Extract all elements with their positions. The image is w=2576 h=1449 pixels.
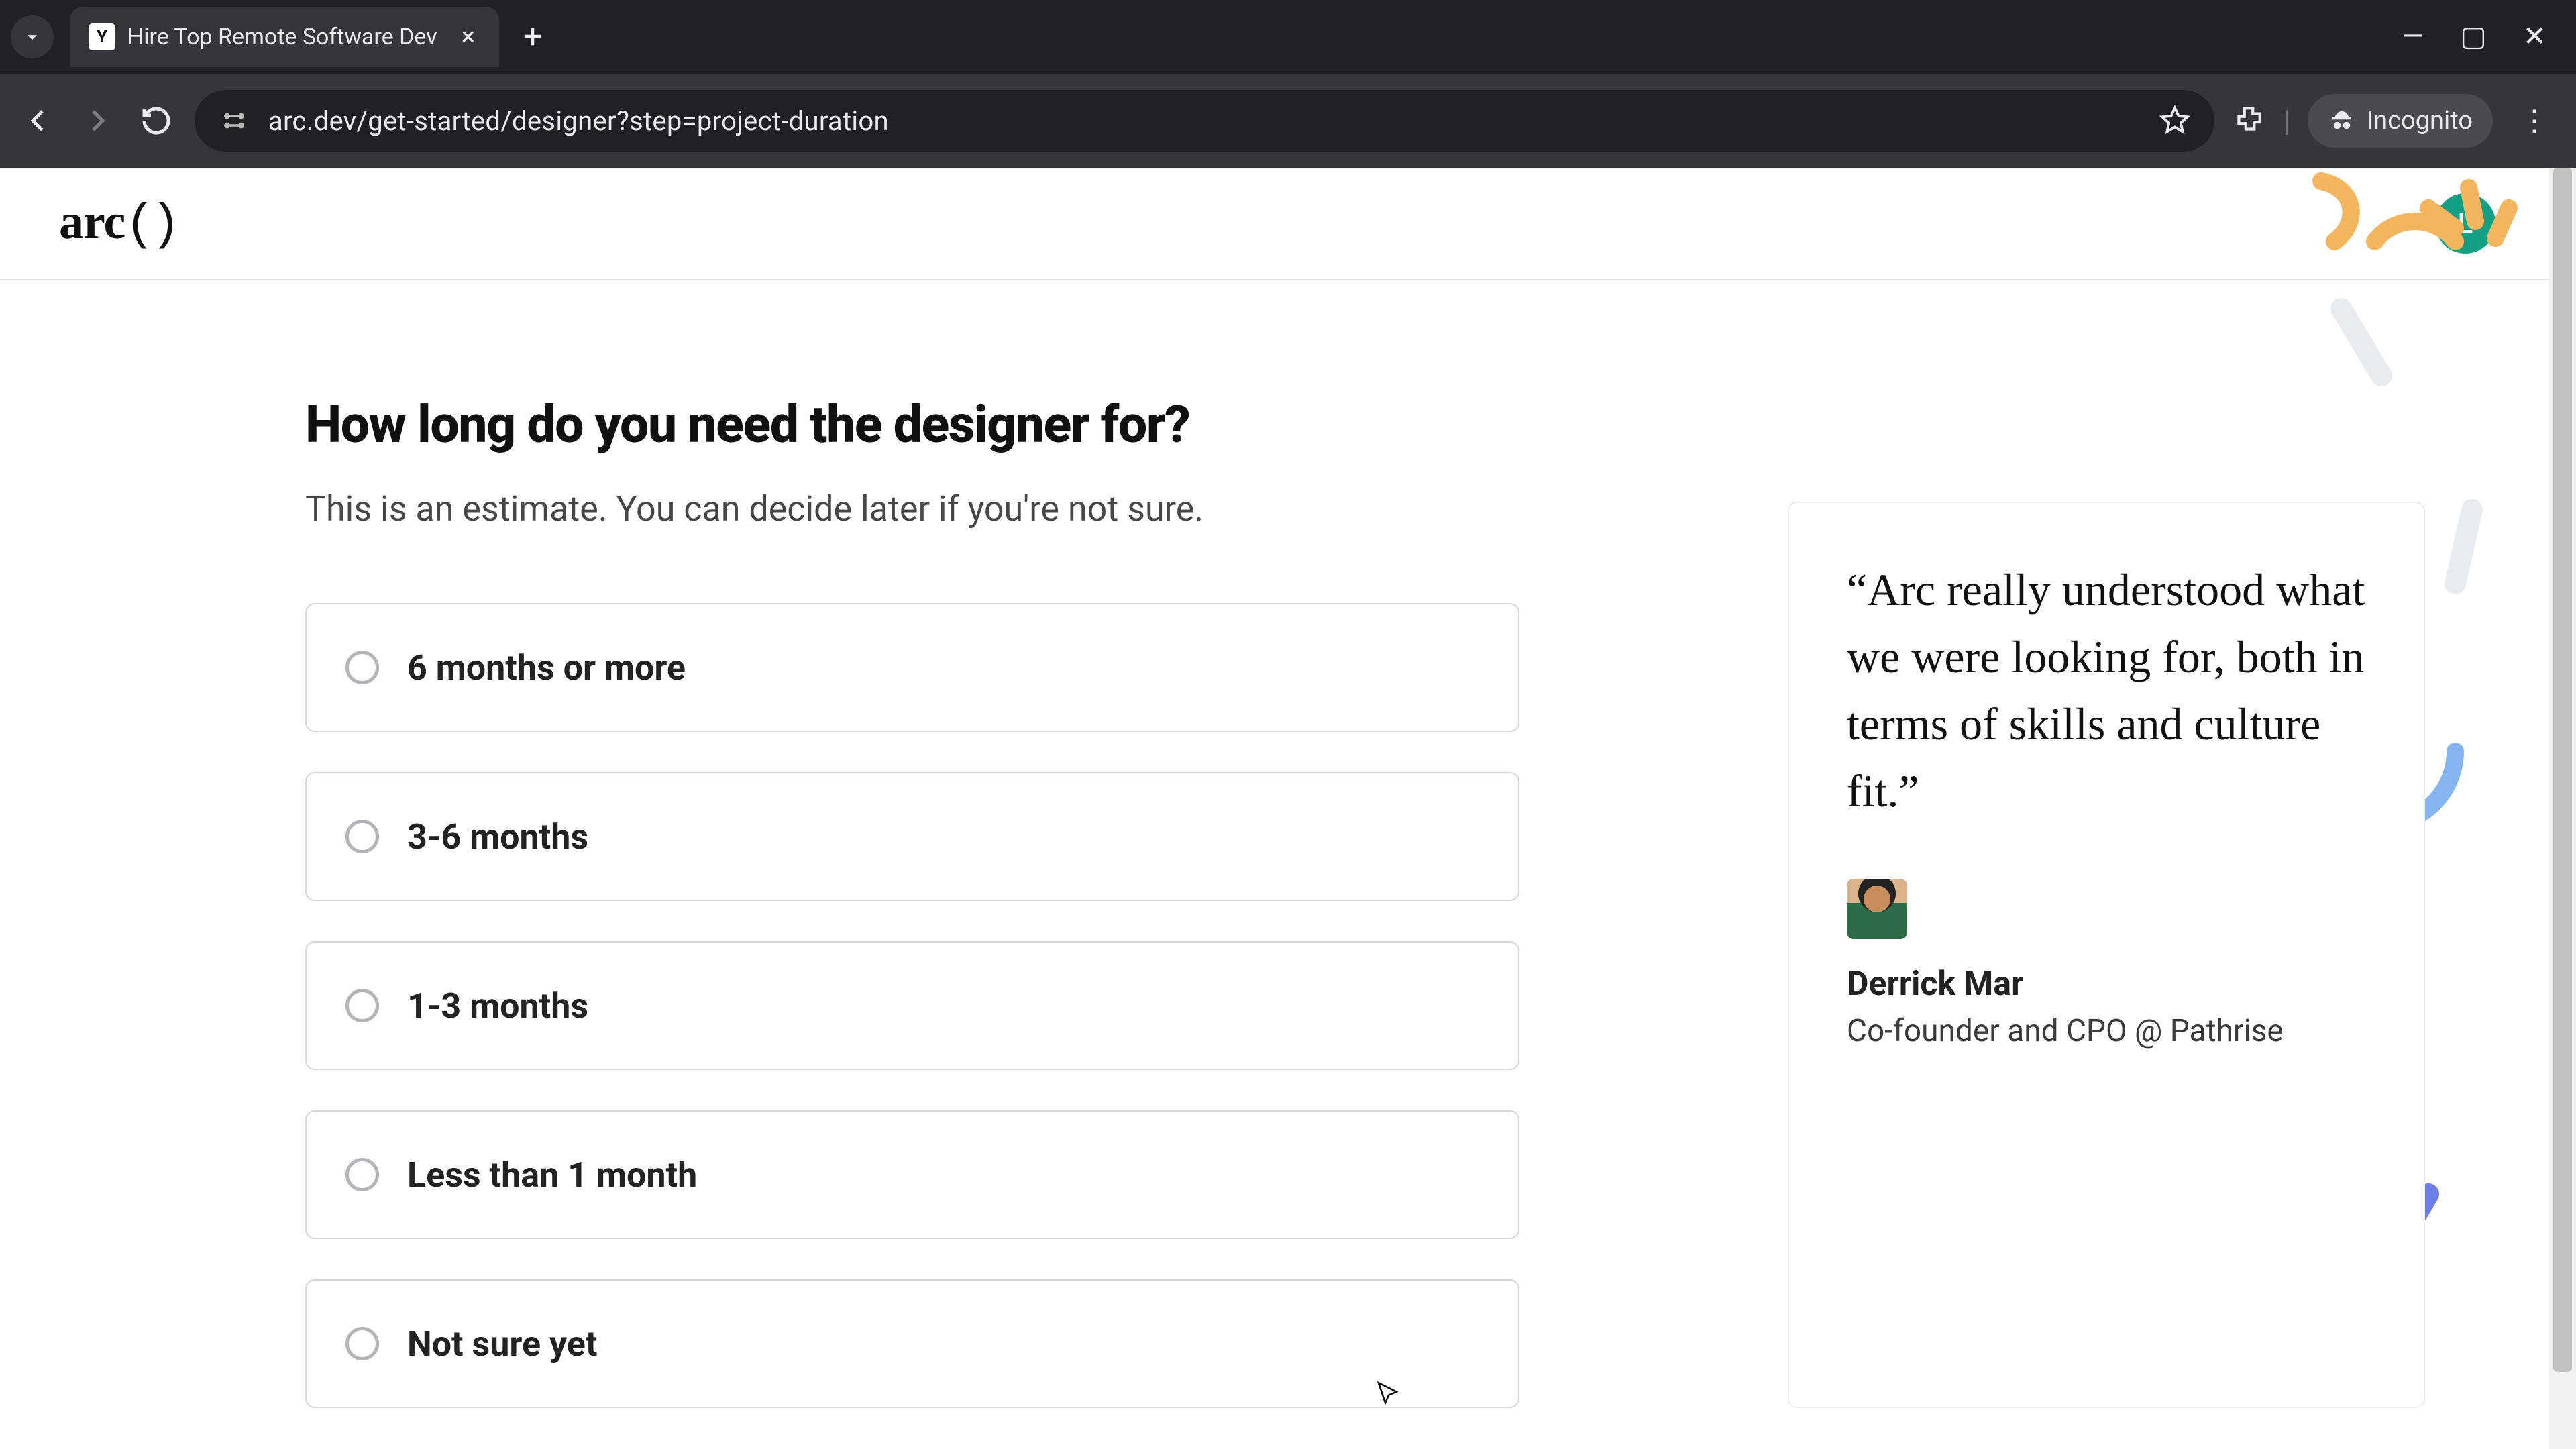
- user-avatar[interactable]: L: [2435, 193, 2496, 254]
- browser-menu-button[interactable]: ⋮: [2510, 103, 2559, 138]
- close-icon[interactable]: ✕: [2523, 23, 2546, 51]
- page-scrollbar[interactable]: [2549, 168, 2576, 1449]
- question-subtitle: This is an estimate. You can decide late…: [305, 488, 1519, 529]
- testimonial-role: Co-founder and CPO @ Pathrise: [1847, 1013, 2366, 1049]
- option-less-than-1-month[interactable]: Less than 1 month: [305, 1110, 1519, 1239]
- forward-button[interactable]: [76, 100, 118, 142]
- testimonial-quote: “Arc really understood what we were look…: [1847, 557, 2366, 825]
- testimonial-name: Derrick Mar: [1847, 965, 2366, 1004]
- site-header: arc() L: [0, 168, 2576, 280]
- form-column: How long do you need the designer for? T…: [305, 394, 1519, 1408]
- radio-icon: [345, 820, 379, 853]
- testimonial-avatar: [1847, 879, 1907, 939]
- testimonial-card: “Arc really understood what we were look…: [1788, 502, 2425, 1408]
- reload-button[interactable]: [136, 100, 177, 142]
- new-tab-button[interactable]: +: [508, 13, 557, 61]
- option-3-6-months[interactable]: 3-6 months: [305, 772, 1519, 901]
- incognito-label: Incognito: [2367, 106, 2473, 136]
- option-not-sure-yet[interactable]: Not sure yet: [305, 1279, 1519, 1408]
- site-logo[interactable]: arc(): [59, 194, 176, 254]
- bookmark-icon[interactable]: [2158, 104, 2192, 138]
- extensions-icon[interactable]: [2232, 104, 2265, 138]
- toolbar: arc.dev/get-started/designer?step=projec…: [0, 74, 2576, 168]
- radio-icon: [345, 989, 379, 1022]
- radio-icon: [345, 651, 379, 684]
- duration-options: 6 months or more 3-6 months 1-3 months L…: [305, 603, 1519, 1408]
- mouse-cursor-icon: [1375, 1381, 1402, 1407]
- maximize-icon[interactable]: ▢: [2460, 23, 2487, 51]
- tab-favicon: Y: [89, 23, 115, 50]
- url-text: arc.dev/get-started/designer?step=projec…: [268, 105, 889, 137]
- radio-icon: [345, 1158, 379, 1191]
- browser-chrome: Y Hire Top Remote Software Dev × + — ▢ ✕…: [0, 0, 2576, 168]
- site-settings-icon[interactable]: [217, 104, 251, 138]
- option-label: Less than 1 month: [407, 1155, 697, 1195]
- tab-title: Hire Top Remote Software Dev: [127, 23, 444, 50]
- minimize-icon[interactable]: —: [2402, 23, 2424, 51]
- back-button[interactable]: [17, 100, 59, 142]
- option-label: 1-3 months: [407, 985, 588, 1026]
- window-controls: — ▢ ✕: [2402, 23, 2576, 51]
- radio-icon: [345, 1327, 379, 1360]
- page-content: arc() L How long do you need the designe…: [0, 168, 2576, 1449]
- address-bar[interactable]: arc.dev/get-started/designer?step=projec…: [195, 90, 2214, 152]
- option-1-3-months[interactable]: 1-3 months: [305, 941, 1519, 1070]
- option-6-months-or-more[interactable]: 6 months or more: [305, 603, 1519, 732]
- browser-tab[interactable]: Y Hire Top Remote Software Dev ×: [70, 7, 499, 67]
- tab-close-button[interactable]: ×: [456, 24, 480, 50]
- option-label: 6 months or more: [407, 647, 686, 688]
- incognito-indicator[interactable]: Incognito: [2308, 94, 2493, 148]
- option-label: Not sure yet: [407, 1324, 598, 1364]
- tab-strip: Y Hire Top Remote Software Dev × + — ▢ ✕: [0, 0, 2576, 74]
- tab-search-button[interactable]: [11, 15, 54, 58]
- question-title: How long do you need the designer for?: [305, 394, 1519, 455]
- option-label: 3-6 months: [407, 816, 588, 857]
